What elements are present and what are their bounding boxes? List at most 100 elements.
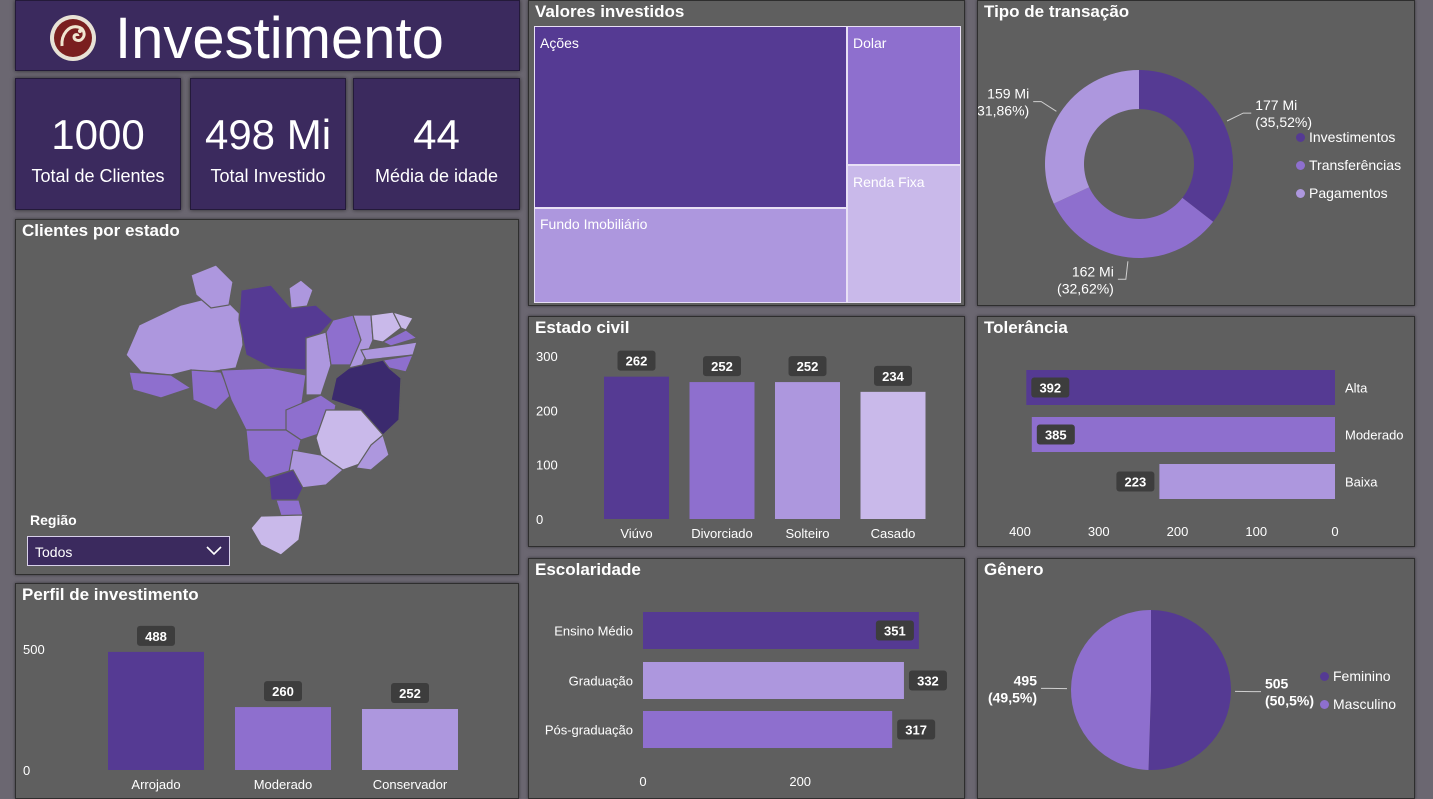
legend-feminino[interactable]: Feminino: [1320, 668, 1391, 684]
legend-label: Feminino: [1333, 668, 1391, 684]
bar-arrojado: [108, 651, 204, 770]
x-tick-label: Viúvo: [620, 526, 652, 541]
x-tick-label: 400: [1009, 524, 1031, 539]
state-ac: [128, 371, 193, 399]
data-label: 260: [272, 684, 294, 699]
treemap-label: Dolar: [853, 35, 887, 51]
y-tick-label: 300: [536, 349, 558, 364]
bar-baixa: [1159, 464, 1335, 499]
slice-masculino: [1071, 610, 1151, 770]
treemap-renda-fixa[interactable]: Renda Fixa: [847, 165, 961, 303]
legend-investimentos[interactable]: Investimentos: [1296, 129, 1395, 145]
kpi-label: Total Investido: [210, 166, 326, 186]
bar-casado: [860, 391, 926, 519]
x-tick-label: 0: [1331, 524, 1338, 539]
treemap-acoes[interactable]: Ações: [534, 26, 847, 208]
bar-conservador: [362, 709, 458, 770]
data-label: 252: [711, 359, 733, 374]
y-tick-label: 100: [536, 458, 558, 473]
page-title: Investimento: [115, 6, 444, 71]
leader-line: [1117, 261, 1129, 280]
treemap-chart: Ações Dolar Fundo Imobiliário Renda Fixa: [534, 26, 961, 303]
legend-label: Investimentos: [1309, 129, 1396, 145]
state-rs: [250, 514, 304, 556]
treemap-fundo-imobiliario[interactable]: Fundo Imobiliário: [534, 208, 847, 303]
kpi-media-idade: 44 Média de idade: [353, 78, 520, 210]
slice-value-label: 159 Mi: [987, 86, 1029, 102]
data-label: 392: [1039, 381, 1061, 396]
bar-divorciado: [689, 382, 755, 519]
x-tick-label: 300: [1088, 524, 1110, 539]
x-tick-label: Solteiro: [785, 526, 829, 541]
tipo-transacao-panel: Tipo de transação 177 Mi (35,52%) 162 Mi (3…: [977, 0, 1415, 306]
category-label: Alta: [1345, 381, 1368, 396]
escolaridade-chart: 351 Ensino Médio 332 Graduação 317 Pós-gradua…: [545, 612, 947, 789]
data-label: 385: [1045, 428, 1067, 443]
slice-feminino: [1148, 610, 1232, 770]
slice-value-label: 505: [1265, 676, 1289, 692]
x-tick-label: Arrojado: [131, 777, 180, 792]
bar-viúvo: [604, 376, 669, 519]
estado-civil-panel: Estado civil 0 100 200 300 262 Viúvo 252 Divorc…: [528, 316, 965, 547]
x-tick-label: 200: [789, 774, 811, 789]
bar-solteiro: [775, 382, 840, 519]
escolaridade-panel: Escolaridade 351 Ensino Médio 332 Graduação…: [528, 558, 965, 799]
x-tick-label: Moderado: [254, 777, 313, 792]
category-label: Ensino Médio: [554, 624, 633, 639]
region-dropdown[interactable]: Todos: [27, 536, 230, 566]
data-label: 317: [905, 723, 927, 738]
x-tick-label: Conservador: [373, 777, 448, 792]
data-label: 351: [884, 624, 906, 639]
legend-transferencias[interactable]: Transferências: [1296, 157, 1401, 173]
state-sc: [275, 499, 304, 517]
treemap-label: Fundo Imobiliário: [540, 216, 648, 232]
treemap-dolar[interactable]: Dolar: [847, 26, 961, 165]
slice-percent-label: (49,5%): [988, 689, 1037, 705]
bar-moderado: [1031, 417, 1335, 452]
data-label: 488: [145, 629, 167, 644]
kpi-label: Total de Clientes: [31, 166, 165, 186]
x-tick-label: Divorciado: [691, 526, 752, 541]
slice-value-label: 177 Mi: [1255, 97, 1297, 113]
perfil-investimento-panel: Perfil de investimento 0 500 488 Arrojado 26…: [15, 583, 519, 799]
legend-dot: [1296, 133, 1305, 142]
category-label: Graduação: [569, 674, 633, 689]
genero-panel: Gênero 505 (50,5%) 495 (49,5%) Feminino Mas…: [977, 558, 1415, 799]
tolerancia-panel: Tolerância 392 Alta 385 Moderado 223 Baixa 400…: [977, 316, 1415, 547]
treemap-label: Renda Fixa: [853, 174, 925, 190]
y-tick-label: 0: [23, 763, 30, 778]
slice-percent-label: (31,86%): [978, 103, 1029, 119]
bar-graduação: [643, 662, 904, 699]
legend-label: Masculino: [1333, 696, 1397, 712]
category-label: Moderado: [1345, 428, 1404, 443]
treemap-label: Ações: [540, 35, 579, 51]
region-filter-label: Região: [30, 512, 77, 528]
kpi-value: 44: [413, 111, 460, 158]
slice-value-label: 162 Mi: [1072, 263, 1114, 279]
slice-percent-label: (32,62%): [1057, 280, 1114, 296]
chevron-down-icon: [206, 546, 222, 556]
legend-label: Pagamentos: [1309, 185, 1388, 201]
valores-title: Valores investidos: [535, 2, 685, 21]
state-am: [125, 294, 244, 376]
kpi-value: 1000: [51, 111, 145, 158]
kpi-label: Média de idade: [374, 166, 499, 186]
slice-value-label: 495: [1014, 672, 1038, 688]
y-tick-label: 200: [536, 403, 558, 418]
data-label: 234: [882, 369, 904, 384]
x-tick-label: Casado: [871, 526, 916, 541]
legend-pagamentos[interactable]: Pagamentos: [1296, 185, 1388, 201]
x-tick-label: 100: [1245, 524, 1267, 539]
map-title: Clientes por estado: [22, 221, 180, 240]
dragon-emblem-icon: [50, 15, 96, 61]
region-dropdown-value: Todos: [35, 544, 73, 560]
category-label: Baixa: [1345, 475, 1378, 490]
valores-investidos-panel: Valores investidos Ações Dolar Fundo Imo…: [528, 0, 965, 306]
legend-masculino[interactable]: Masculino: [1320, 696, 1396, 712]
slice-percent-label: (50,5%): [1265, 693, 1314, 709]
brazil-map[interactable]: [121, 260, 421, 560]
leader-line: [1226, 112, 1252, 122]
slice-investimentos: [1139, 70, 1233, 222]
legend-dot: [1320, 672, 1329, 681]
tolerancia-chart: 392 Alta 385 Moderado 223 Baixa 400 300 200 100 0: [1009, 370, 1404, 539]
